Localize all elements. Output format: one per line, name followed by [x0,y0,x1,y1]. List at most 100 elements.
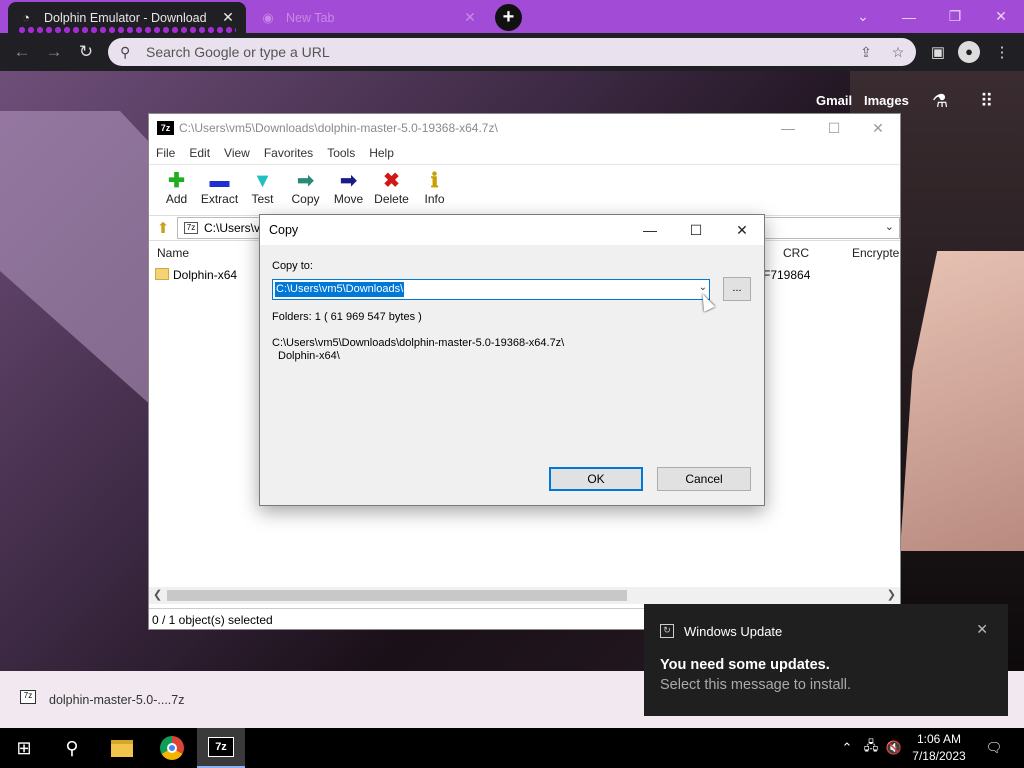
move-label: Move [333,192,364,206]
status-text: 0 / 1 object(s) selected [152,612,273,627]
address-bar[interactable]: ⚲ Search Google or type a URL ⇪ ☆ [108,38,916,66]
chrome-icon: ◉ [262,9,274,25]
scroll-right-icon[interactable]: ❯ [887,588,896,601]
move-button[interactable]: ➡ Move [327,165,370,214]
forward-icon[interactable]: → [42,41,66,63]
menu-view[interactable]: View [224,146,250,160]
folders-info: Folders: 1 ( 61 969 547 bytes ) [272,311,422,323]
bookmark-star-icon[interactable]: ☆ [886,38,910,66]
browse-button[interactable]: ... [723,277,751,301]
delete-button[interactable]: ✖ Delete [370,165,413,214]
close-icon[interactable]: ✕ [976,621,988,638]
start-button[interactable]: ⊞ [0,728,48,768]
windows-update-icon: ↻ [660,624,674,638]
update-notification[interactable]: ↻ Windows Update ✕ You need some updates… [644,604,1008,716]
column-encrypted[interactable]: Encrypte [852,246,899,260]
search-button[interactable]: ⚲ [48,728,96,768]
gmail-link[interactable]: Gmail [816,93,852,108]
chevron-down-icon[interactable]: ⌄ [885,220,894,233]
menu-bar: File Edit View Favorites Tools Help [149,142,900,164]
address-placeholder: Search Google or type a URL [146,44,330,60]
download-item[interactable]: dolphin-master-5.0-....7z [49,693,184,707]
tab-search-icon[interactable]: ⌄ [840,0,886,33]
notification-body: Select this message to install. [660,677,852,693]
horizontal-scrollbar[interactable]: ❮ ❯ [149,587,900,604]
menu-help[interactable]: Help [369,146,394,160]
copy-button[interactable]: ➡ Copy [284,165,327,214]
minimize-icon[interactable]: — [627,215,673,245]
notification-center-icon[interactable]: 🗨 [982,728,1006,768]
clock[interactable]: 1:06 AM 7/18/2023 [906,731,972,765]
scroll-left-icon[interactable]: ❮ [153,588,162,601]
clock-time: 1:06 AM [916,732,962,746]
maximize-icon[interactable]: ☐ [811,114,857,142]
test-button[interactable]: ▼ Test [241,165,284,214]
extract-icon: ▬ [209,170,230,192]
profile-avatar[interactable]: ● [958,41,980,63]
folder-icon [155,268,169,280]
new-tab-button[interactable]: + [495,4,522,31]
chrome-menu-icon[interactable]: ⋮ [990,40,1014,64]
sevenzip-titlebar[interactable]: 7z C:\Users\vm5\Downloads\dolphin-master… [149,114,900,142]
reload-icon[interactable]: ↻ [74,41,98,63]
extract-button[interactable]: ▬ Extract [198,165,241,214]
taskbar: ⊞ ⚲ 7z ⌃ 🖧 🔇 1:06 AM 7/18/2023 🗨 [0,728,1024,768]
source-item: Dolphin-x64\ [278,350,340,362]
tab-close-icon[interactable]: ✕ [220,9,236,26]
volume-muted-icon[interactable]: 🔇 [884,728,904,768]
column-crc[interactable]: CRC [783,246,809,260]
sevenzip-taskbar-button[interactable]: 7z [197,728,245,768]
test-label: Test [251,192,274,206]
chrome-tab-bar: ◔ Dolphin Emulator - Download ✕ ◉ New Ta… [0,0,1024,33]
tab-dolphin-download[interactable]: ◔ Dolphin Emulator - Download ✕ [8,2,246,33]
windows-logo-icon: ⊞ [16,737,32,758]
cancel-button[interactable]: Cancel [657,467,751,491]
copy-dialog: Copy — ☐ ✕ Copy to: C:\Users\vm5\Downloa… [259,214,765,506]
back-icon[interactable]: ← [10,41,34,63]
menu-edit[interactable]: Edit [189,146,210,160]
window-title: C:\Users\vm5\Downloads\dolphin-master-5.… [179,121,498,135]
side-panel-icon[interactable]: ▣ [926,40,950,64]
chrome-taskbar-button[interactable] [148,728,196,768]
folder-icon [111,739,133,757]
path-text: C:\Users\v [204,221,261,235]
search-icon: ⚲ [65,737,79,758]
dialog-titlebar[interactable]: Copy — ☐ ✕ [260,215,764,245]
add-icon: ✚ [168,170,185,192]
minimize-icon[interactable]: — [886,0,932,33]
file-explorer-button[interactable] [98,728,146,768]
minimize-icon[interactable]: — [765,114,811,142]
info-label: Info [424,192,445,206]
images-link[interactable]: Images [864,93,909,108]
close-icon[interactable]: ✕ [978,0,1024,33]
add-button[interactable]: ✚ Add [155,165,198,214]
menu-favorites[interactable]: Favorites [264,146,313,160]
add-label: Add [165,192,188,206]
tab-new-tab[interactable]: ◉ New Tab ✕ [250,2,488,33]
column-name[interactable]: Name [157,246,189,260]
destination-combobox[interactable]: C:\Users\vm5\Downloads\ ⌄ [272,279,710,300]
notification-headline: You need some updates. [660,657,830,673]
labs-icon[interactable]: ⚗ [932,91,948,112]
scrollbar-thumb[interactable] [167,590,627,601]
item-name: Dolphin-x64 [173,268,238,282]
network-icon[interactable]: 🖧 [861,728,881,768]
info-button[interactable]: ℹ Info [413,165,456,214]
sevenzip-logo-icon: 7z [157,121,174,135]
menu-tools[interactable]: Tools [327,146,355,160]
apps-grid-icon[interactable]: ⠿ [980,91,993,112]
chevron-up-icon[interactable]: ⌃ [838,728,856,768]
move-icon: ➡ [340,170,357,192]
maximize-icon[interactable]: ☐ [673,215,719,245]
restore-icon[interactable]: ❐ [932,0,978,33]
folder-up-icon[interactable]: ⬆ [149,219,177,237]
close-icon[interactable]: ✕ [855,114,901,142]
dolphin-icon: ◔ [22,10,30,25]
menu-file[interactable]: File [156,146,175,160]
ok-button[interactable]: OK [549,467,643,491]
share-icon[interactable]: ⇪ [854,38,878,66]
destination-value: C:\Users\vm5\Downloads\ [275,282,405,297]
copy-to-label: Copy to: [272,260,313,272]
tab-close-icon[interactable]: ✕ [462,9,478,26]
close-icon[interactable]: ✕ [719,215,765,245]
